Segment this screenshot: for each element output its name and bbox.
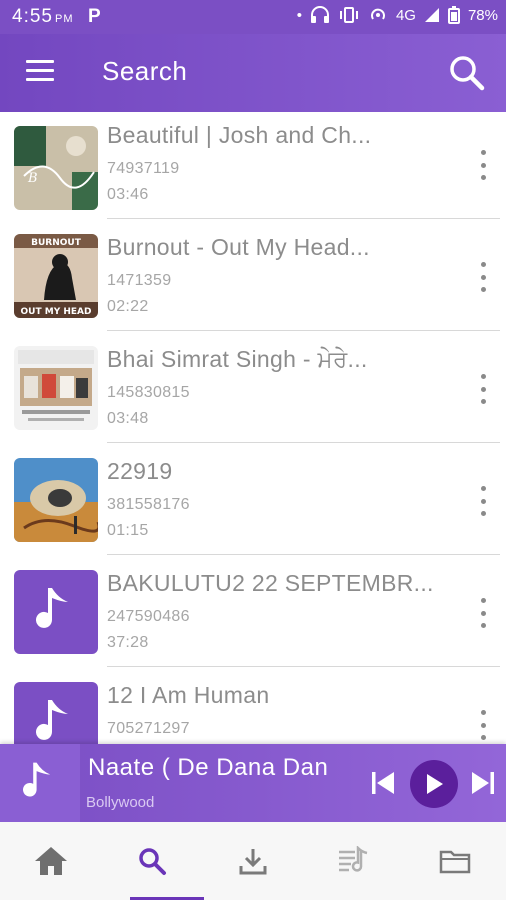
now-playing-title: Naate ( De Dana Dan [88, 754, 329, 781]
track-title: Burnout - Out My Head... [107, 234, 370, 260]
track-id: 247590486 [107, 608, 190, 625]
dot-icon: • [296, 6, 302, 24]
track-duration: 03:46 [107, 186, 149, 203]
music-note-icon [14, 682, 98, 744]
battery-icon [447, 6, 460, 24]
signal-icon [424, 7, 440, 23]
nav-search-icon[interactable] [101, 822, 202, 900]
track-duration: 01:15 [107, 522, 149, 539]
app-toolbar: Search [0, 34, 506, 112]
track-title: BAKULUTU2 22 SEPTEMBR... [107, 570, 434, 596]
svg-text:B: B [27, 171, 38, 186]
nav-download-icon[interactable] [202, 822, 303, 900]
thumb-label-bottom: OUT MY HEAD [21, 307, 92, 317]
divider [107, 554, 500, 555]
divider [107, 218, 500, 219]
track-duration: 03:48 [107, 410, 149, 427]
hotspot-icon [368, 6, 388, 24]
music-note-icon [0, 744, 80, 822]
search-icon[interactable] [448, 54, 486, 92]
nav-playlist-icon[interactable] [303, 822, 404, 900]
more-options-icon[interactable] [478, 486, 488, 516]
track-duration: 02:22 [107, 298, 149, 315]
music-note-icon [14, 570, 98, 654]
track-id: 705271297 [107, 720, 190, 737]
track-id: 381558176 [107, 496, 190, 513]
list-item[interactable]: Bhai Simrat Singh - ਮੇਰੇ... 145830815 03… [0, 336, 506, 448]
track-thumbnail: BURNOUT OUT MY HEAD [14, 234, 98, 318]
divider [107, 666, 500, 667]
track-duration: 37:28 [107, 634, 149, 651]
track-id: 145830815 [107, 384, 190, 401]
bottom-navigation [0, 822, 506, 900]
more-options-icon[interactable] [478, 150, 488, 180]
mini-player[interactable]: Naate ( De Dana Dan Bollywood [0, 744, 506, 822]
notification-p-icon: P [88, 6, 101, 27]
more-options-icon[interactable] [478, 598, 488, 628]
track-title: 22919 [107, 458, 173, 484]
list-item[interactable]: 22919 381558176 01:15 [0, 448, 506, 560]
nav-home-icon[interactable] [0, 822, 101, 900]
more-options-icon[interactable] [478, 374, 488, 404]
track-title: Bhai Simrat Singh - ਮੇਰੇ... [107, 346, 368, 372]
skip-previous-icon[interactable] [368, 768, 398, 798]
list-item[interactable]: B Beautiful | Josh and Ch... 74937119 03… [0, 112, 506, 224]
track-id: 1471359 [107, 272, 172, 289]
more-options-icon[interactable] [478, 710, 488, 740]
track-thumbnail [14, 346, 98, 430]
track-title: 12 I Am Human [107, 682, 270, 708]
now-playing-subtitle: Bollywood [86, 794, 155, 811]
track-thumbnail: B [14, 126, 98, 210]
network-label: 4G [395, 6, 416, 24]
headphones-icon [310, 6, 330, 24]
track-thumbnail [14, 458, 98, 542]
page-title: Search [102, 56, 188, 86]
hamburger-menu-icon[interactable] [26, 60, 54, 84]
more-options-icon[interactable] [478, 262, 488, 292]
list-item[interactable]: BURNOUT OUT MY HEAD Burnout - Out My Hea… [0, 224, 506, 336]
battery-percent: 78% [467, 6, 498, 24]
search-results-list[interactable]: B Beautiful | Josh and Ch... 74937119 03… [0, 112, 506, 744]
track-title: Beautiful | Josh and Ch... [107, 122, 372, 148]
status-icons: • 4G 78% [297, 6, 498, 24]
nav-folder-icon[interactable] [404, 822, 505, 900]
status-bar: 4:55 PM P • 4G 78% [0, 0, 506, 34]
list-item[interactable]: BAKULUTU2 22 SEPTEMBR... 247590486 37:28 [0, 560, 506, 672]
play-button[interactable] [410, 760, 458, 808]
status-time: 4:55 PM [12, 6, 74, 27]
track-id: 74937119 [107, 160, 180, 177]
thumb-label-top: BURNOUT [31, 238, 82, 248]
divider [107, 442, 500, 443]
skip-next-icon[interactable] [468, 768, 498, 798]
list-item[interactable]: 12 I Am Human 705271297 [0, 672, 506, 744]
divider [107, 330, 500, 331]
vibrate-icon [338, 6, 360, 24]
